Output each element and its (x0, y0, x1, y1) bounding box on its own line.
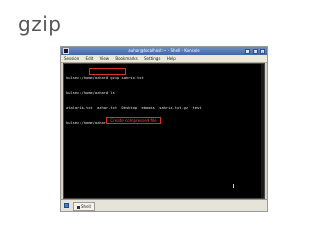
close-button[interactable]: × (260, 49, 265, 54)
window-titlebar[interactable]: auhar@localhost:~ - Shell - Konsole – □ … (61, 47, 267, 55)
terminal-line: atalarik.txt azhar.txt Desktop ebooks sa… (66, 106, 202, 110)
menu-bar: Session Edit View Bookmarks Settings Hel… (61, 55, 267, 63)
taskbar-item-shell[interactable]: Shell (73, 202, 95, 211)
terminal-line: kulsec:/home/azhar# ls (66, 91, 115, 95)
menu-help[interactable]: Help (167, 56, 176, 61)
text-cursor-icon (233, 184, 234, 188)
taskbar-item-label: Shell (81, 204, 91, 209)
terminal-output: kulsec:/home/azhar# gzip sahrix.txt kuls… (66, 66, 201, 136)
menu-edit[interactable]: Edit (86, 56, 94, 61)
menu-bookmarks[interactable]: Bookmarks (115, 56, 137, 61)
menu-view[interactable]: View (100, 56, 110, 61)
start-menu-icon[interactable] (64, 203, 69, 208)
konsole-window: auhar@localhost:~ - Shell - Konsole – □ … (60, 46, 268, 212)
terminal-scrollbar[interactable] (261, 64, 264, 198)
terminal-line: kulsec:/home/azhar# gzip sahrix.txt (66, 76, 144, 80)
menu-settings[interactable]: Settings (144, 56, 160, 61)
taskbar: Shell (61, 199, 267, 211)
callout-label: Create compressed file (106, 117, 161, 124)
window-title: auhar@localhost:~ - Shell - Konsole (128, 48, 200, 53)
terminal-area[interactable]: kulsec:/home/azhar# gzip sahrix.txt kuls… (63, 63, 265, 199)
command-highlight-box (89, 68, 126, 75)
maximize-button[interactable]: □ (252, 49, 258, 54)
menu-session[interactable]: Session (64, 56, 79, 61)
minimize-button[interactable]: – (245, 49, 251, 54)
slide-title: gzip (18, 12, 62, 36)
terminal-icon (77, 205, 80, 209)
